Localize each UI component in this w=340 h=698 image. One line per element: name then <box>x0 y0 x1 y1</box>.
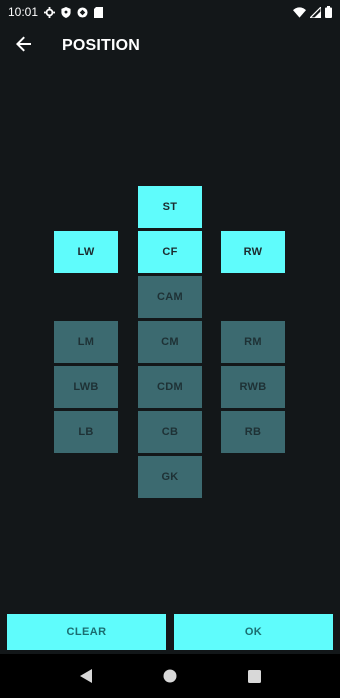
page-title: POSITION <box>62 37 141 54</box>
position-st[interactable]: ST <box>138 186 202 228</box>
recents-square-icon[interactable] <box>234 656 274 696</box>
sd-card-icon <box>94 6 104 18</box>
position-lw[interactable]: LW <box>54 231 118 273</box>
position-lb[interactable]: LB <box>54 411 118 453</box>
position-lwb[interactable]: LWB <box>54 366 118 408</box>
battery-icon <box>325 6 332 18</box>
wifi-icon <box>293 6 306 18</box>
position-rwb[interactable]: RWB <box>221 366 285 408</box>
position-cm[interactable]: CM <box>138 321 202 363</box>
status-bar: 10:01 <box>0 0 340 24</box>
position-cf[interactable]: CF <box>138 231 202 273</box>
cellular-icon <box>310 6 321 18</box>
position-cam[interactable]: CAM <box>138 276 202 318</box>
position-gk[interactable]: GK <box>138 456 202 498</box>
position-rb[interactable]: RB <box>221 411 285 453</box>
home-circle-icon[interactable] <box>150 656 190 696</box>
gear-icon <box>44 6 56 18</box>
position-cb[interactable]: CB <box>138 411 202 453</box>
position-cdm[interactable]: CDM <box>138 366 202 408</box>
ok-button[interactable]: OK <box>174 614 333 650</box>
position-rw[interactable]: RW <box>221 231 285 273</box>
system-nav-bar <box>0 654 340 698</box>
clear-button[interactable]: CLEAR <box>7 614 166 650</box>
shield-icon <box>61 6 71 18</box>
app-bar: POSITION <box>0 24 340 68</box>
position-rm[interactable]: RM <box>221 321 285 363</box>
back-triangle-icon[interactable] <box>66 656 106 696</box>
arrow-back-icon <box>16 36 32 57</box>
vpn-icon <box>77 6 88 18</box>
status-time: 10:01 <box>8 5 39 19</box>
back-button[interactable] <box>0 24 48 68</box>
position-lm[interactable]: LM <box>54 321 118 363</box>
